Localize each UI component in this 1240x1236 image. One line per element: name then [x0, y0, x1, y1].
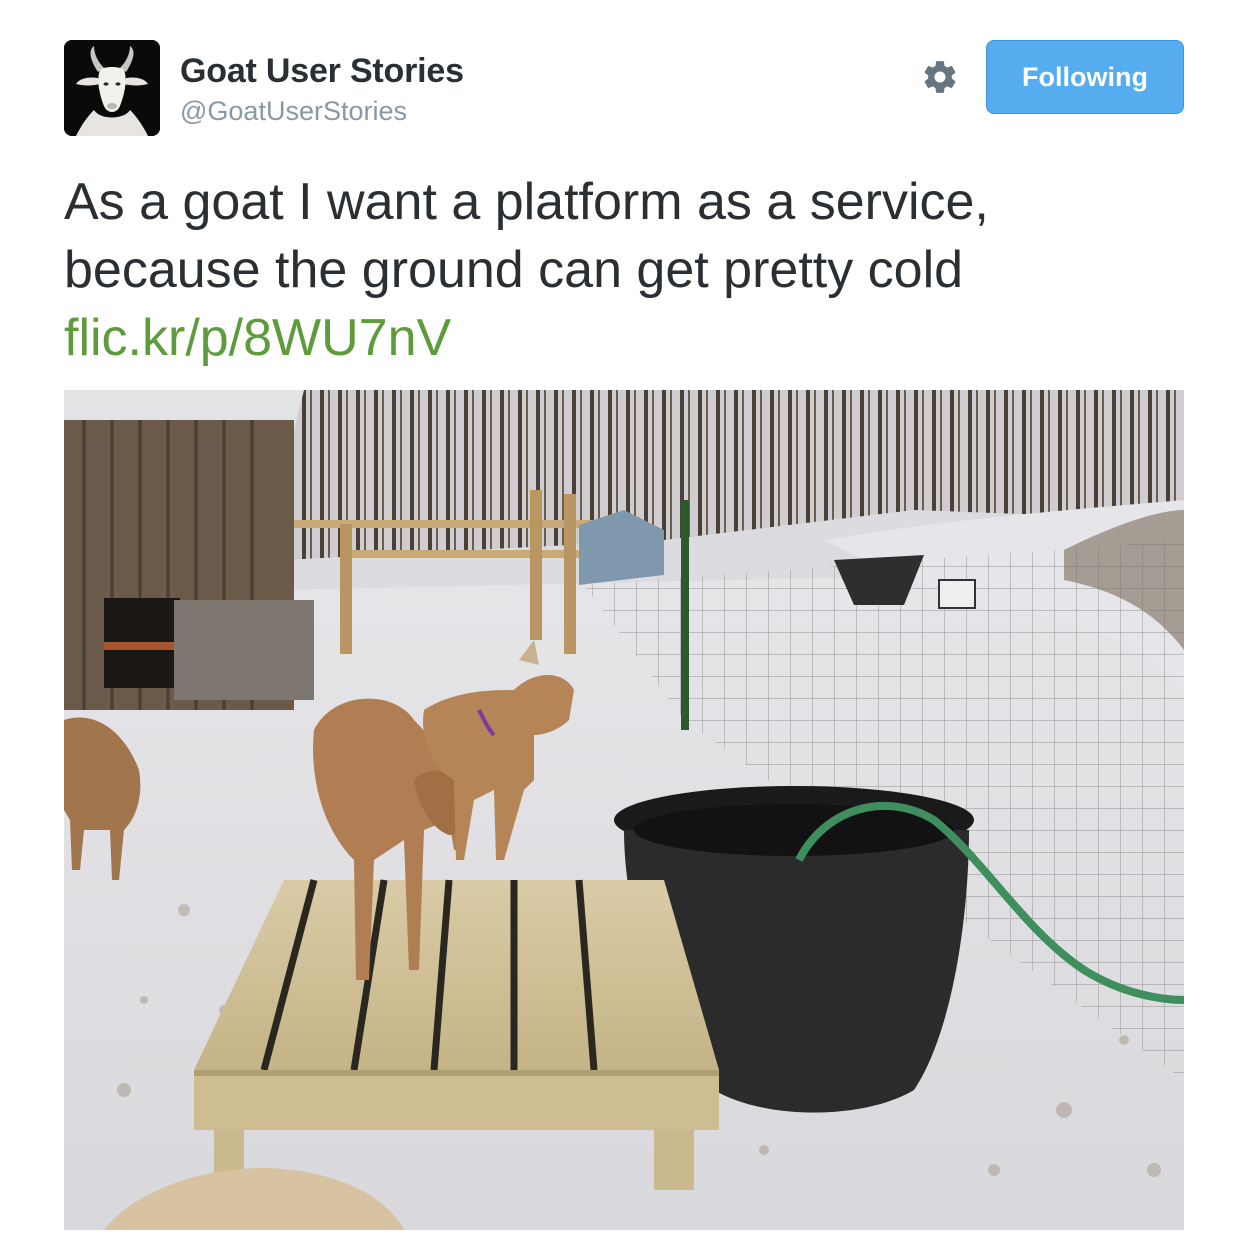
goat-avatar-image	[64, 40, 160, 136]
tweet-text-line-1: As a goat I want a platform as a service…	[64, 173, 989, 231]
tweet-photo[interactable]	[64, 390, 1184, 1230]
following-button[interactable]: Following	[986, 40, 1184, 114]
goats-on-platform-photo	[64, 390, 1184, 1230]
profile-avatar[interactable]	[64, 40, 160, 136]
gear-icon[interactable]	[921, 58, 959, 96]
author-display-name[interactable]: Goat User Stories	[180, 52, 464, 91]
tweet-card: Goat User Stories @GoatUserStories Follo…	[0, 0, 1240, 1236]
tweet-text: As a goat I want a platform as a service…	[64, 168, 1184, 372]
author-handle[interactable]: @GoatUserStories	[180, 96, 407, 127]
tweet-text-line-2: because the ground can get pretty cold	[64, 241, 964, 299]
tweet-link[interactable]: flic.kr/p/8WU7nV	[64, 304, 1184, 372]
